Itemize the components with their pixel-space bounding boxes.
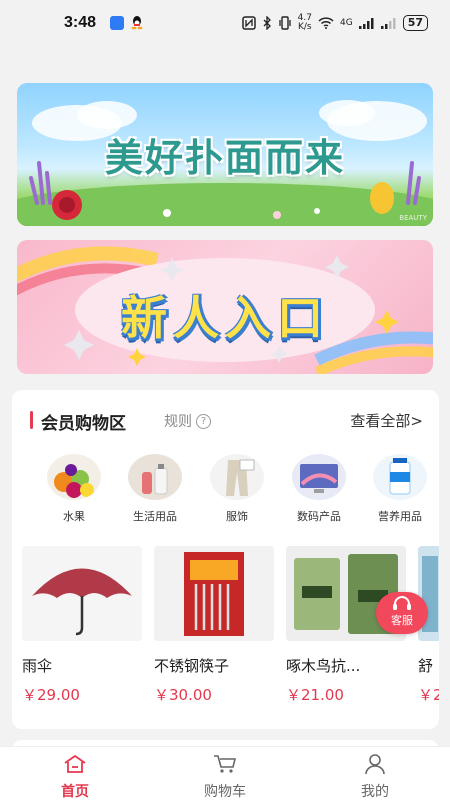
bottom-tab-bar: 首页 购物车 我的 — [0, 746, 450, 800]
network-speed: 4.7 K/s — [297, 13, 312, 32]
spring-banner[interactable]: 美好扑面而来 BEAUTY — [17, 83, 433, 226]
customer-service-button[interactable]: 客服 — [376, 592, 428, 634]
product-name: 不锈钢筷子 — [154, 657, 230, 675]
battery-indicator: 57 — [402, 15, 428, 31]
product-price: ￥21.00 — [286, 686, 344, 704]
category-label: 生活用品 — [133, 510, 177, 523]
rules-link[interactable]: 规则 ? — [164, 411, 211, 431]
banner-watermark: BEAUTY — [399, 214, 427, 222]
product-name: 舒 — [418, 657, 434, 675]
vibrate-icon — [279, 16, 291, 30]
category-daily-goods[interactable]: 生活用品 — [115, 454, 195, 524]
home-icon — [64, 754, 86, 773]
product-price: ￥30.00 — [154, 686, 212, 704]
category-label: 数码产品 — [297, 510, 341, 523]
tab-home[interactable]: 首页 — [35, 753, 115, 800]
signal-icon — [358, 18, 374, 29]
product-name: 雨伞 — [22, 657, 53, 675]
headset-icon — [393, 596, 411, 610]
section-title: 会员购物区 — [41, 414, 126, 434]
rules-label: 规则 — [164, 414, 192, 430]
nutrition-icon — [373, 454, 427, 500]
cart-icon — [214, 755, 237, 773]
product-price: ￥29.00 — [22, 686, 80, 704]
tab-profile[interactable]: 我的 — [335, 753, 415, 800]
nfc-icon — [241, 16, 256, 30]
category-nutrition[interactable]: 营养用品 — [360, 454, 440, 524]
status-bar: 3:48 4.7 K/s 4G 57 — [0, 0, 450, 48]
product-card[interactable]: 雨伞 ￥29.00 — [22, 546, 142, 705]
daily-goods-icon — [128, 454, 182, 500]
help-icon: ? — [196, 413, 211, 429]
category-fruit[interactable]: 水果 — [34, 454, 114, 524]
banner-title: 美好扑面而来 — [104, 136, 345, 180]
wifi-icon — [318, 17, 334, 29]
category-label: 服饰 — [226, 510, 248, 523]
category-clothing[interactable]: 服饰 — [197, 454, 277, 524]
product-name: 啄木鸟抗... — [286, 657, 361, 675]
umbrella-image — [22, 546, 142, 641]
product-card[interactable]: 不锈钢筷子 ￥30.00 — [154, 546, 274, 705]
app-notification-icon — [110, 16, 124, 30]
member-shopping-section: 会员购物区 规则 ? 查看全部> 水果 生活用品 服饰 数码产品 营养用品 雨伞… — [12, 390, 439, 729]
new-user-banner[interactable]: 新人入口 — [17, 240, 433, 374]
profile-icon — [365, 754, 385, 775]
category-label: 水果 — [63, 510, 85, 523]
category-digital[interactable]: 数码产品 — [279, 454, 359, 524]
bluetooth-icon — [263, 16, 271, 30]
tab-label: 购物车 — [204, 784, 246, 800]
section-accent-bar — [30, 411, 33, 429]
category-label: 营养用品 — [378, 510, 422, 523]
fruit-icon — [47, 454, 101, 500]
banner-title: 新人入口 — [121, 291, 329, 345]
clothing-icon — [210, 454, 264, 500]
qq-icon — [131, 16, 143, 30]
signal-icon-2 — [380, 18, 396, 29]
chopsticks-image — [154, 546, 274, 641]
customer-service-label: 客服 — [391, 614, 413, 627]
digital-icon — [292, 454, 346, 500]
product-price: ￥2 — [418, 686, 439, 704]
view-all-link[interactable]: 查看全部> — [350, 410, 423, 431]
network-type: 4G — [339, 17, 353, 28]
tab-label: 首页 — [61, 784, 89, 800]
status-icons: 4.7 K/s 4G 57 — [241, 13, 428, 32]
tab-cart[interactable]: 购物车 — [185, 753, 265, 800]
status-time: 3:48 — [64, 14, 97, 31]
tab-label: 我的 — [361, 784, 389, 800]
category-list: 水果 生活用品 服饰 数码产品 营养用品 — [12, 454, 439, 524]
